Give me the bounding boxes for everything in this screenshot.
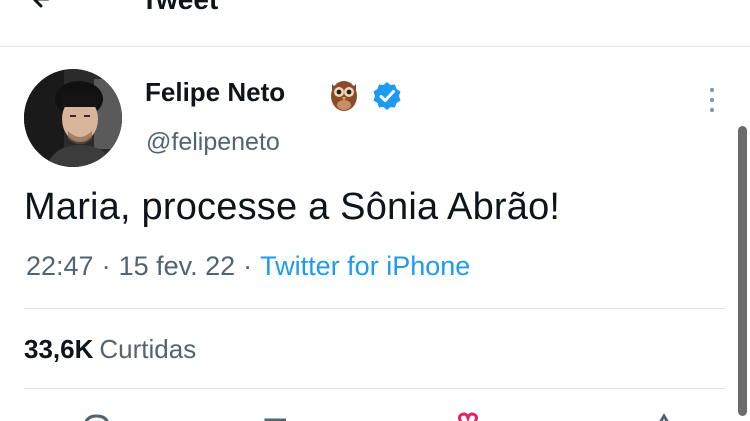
scrollbar[interactable] <box>738 126 747 416</box>
tweet-meta: 22:47 · 15 fev. 22 · Twitter for iPhone <box>26 251 470 282</box>
divider <box>24 388 726 389</box>
verified-badge-icon <box>373 82 401 110</box>
tweet-detail-screen: Tweet Felipe Neto <box>0 0 750 421</box>
top-bar: Tweet <box>0 0 750 47</box>
tweet-date: 15 fev. 22 <box>118 251 236 281</box>
author-display-name[interactable]: Felipe Neto <box>145 77 285 108</box>
avatar[interactable] <box>24 69 122 167</box>
owl-emoji-icon <box>331 81 357 111</box>
heart-icon[interactable] <box>452 412 484 421</box>
tweet-source-link[interactable]: Twitter for iPhone <box>260 251 470 281</box>
likes-label: Curtidas <box>99 334 197 364</box>
more-vertical-icon[interactable] <box>706 85 718 115</box>
meta-separator: · <box>243 251 253 281</box>
likes-count: 33,6K <box>24 334 94 364</box>
tweet-time: 22:47 <box>26 251 94 281</box>
meta-separator: · <box>101 251 111 281</box>
share-icon[interactable] <box>648 412 680 421</box>
author-handle[interactable]: @felipeneto <box>146 128 280 157</box>
tweet-text: Maria, processe a Sônia Abrão! <box>24 186 561 228</box>
avatar-photo <box>24 69 122 167</box>
divider <box>24 308 726 309</box>
page-title: Tweet <box>141 0 218 16</box>
reply-icon[interactable] <box>80 412 112 421</box>
likes-stat[interactable]: 33,6K Curtidas <box>24 334 196 365</box>
retweet-icon[interactable] <box>262 412 294 421</box>
arrow-left-icon[interactable] <box>28 0 54 12</box>
